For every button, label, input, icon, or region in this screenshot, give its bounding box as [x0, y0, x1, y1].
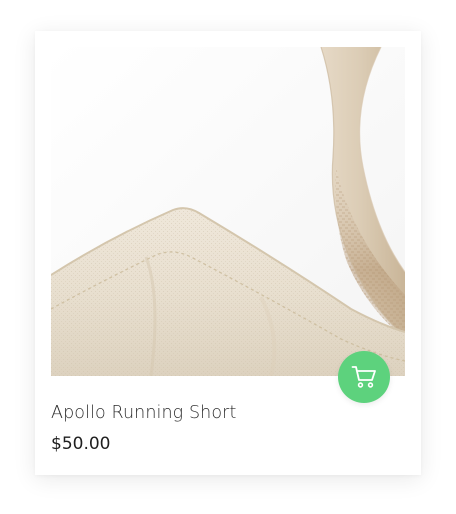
product-price: $50.00: [51, 434, 111, 454]
tote-bag-photo: [51, 47, 405, 376]
add-to-cart-button[interactable]: [338, 351, 390, 403]
shopping-cart-icon: [351, 366, 376, 388]
product-title[interactable]: Apollo Running Short: [51, 403, 236, 423]
product-card: Apollo Running Short $50.00: [35, 31, 421, 475]
product-image[interactable]: [51, 47, 405, 376]
